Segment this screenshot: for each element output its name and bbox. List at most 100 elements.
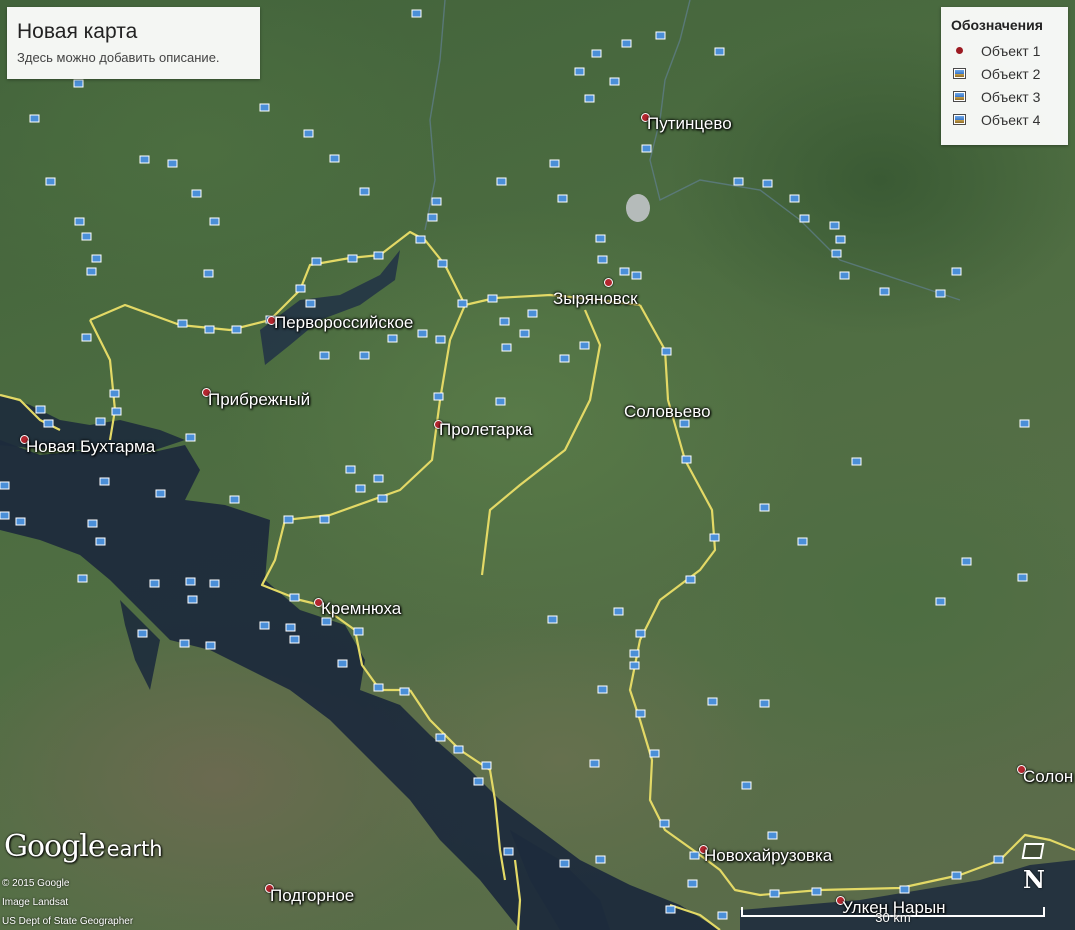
- photo-marker-icon[interactable]: [767, 831, 778, 840]
- photo-marker-icon[interactable]: [559, 354, 570, 363]
- photo-marker-icon[interactable]: [579, 341, 590, 350]
- photo-marker-icon[interactable]: [209, 217, 220, 226]
- photo-marker-icon[interactable]: [259, 621, 270, 630]
- photo-marker-icon[interactable]: [659, 819, 670, 828]
- photo-marker-icon[interactable]: [1019, 419, 1030, 428]
- photo-marker-icon[interactable]: [155, 489, 166, 498]
- photo-marker-icon[interactable]: [935, 289, 946, 298]
- photo-marker-icon[interactable]: [899, 885, 910, 894]
- photo-marker-icon[interactable]: [993, 855, 1004, 864]
- photo-marker-icon[interactable]: [595, 234, 606, 243]
- photo-marker-icon[interactable]: [584, 94, 595, 103]
- photo-marker-icon[interactable]: [839, 271, 850, 280]
- legend-item[interactable]: Объект 4: [951, 108, 1058, 131]
- place-marker[interactable]: [604, 278, 613, 287]
- photo-marker-icon[interactable]: [337, 659, 348, 668]
- photo-marker-icon[interactable]: [481, 761, 492, 770]
- photo-marker-icon[interactable]: [435, 335, 446, 344]
- photo-marker-icon[interactable]: [811, 887, 822, 896]
- photo-marker-icon[interactable]: [303, 129, 314, 138]
- photo-marker-icon[interactable]: [559, 859, 570, 868]
- photo-marker-icon[interactable]: [231, 325, 242, 334]
- photo-marker-icon[interactable]: [77, 574, 88, 583]
- photo-marker-icon[interactable]: [355, 484, 366, 493]
- photo-marker-icon[interactable]: [185, 577, 196, 586]
- photo-marker-icon[interactable]: [961, 557, 972, 566]
- photo-marker-icon[interactable]: [373, 251, 384, 260]
- photo-marker-icon[interactable]: [289, 593, 300, 602]
- photo-marker-icon[interactable]: [687, 879, 698, 888]
- photo-marker-icon[interactable]: [503, 847, 514, 856]
- photo-marker-icon[interactable]: [377, 494, 388, 503]
- satellite-map[interactable]: Путинцево Зыряновск Первороссийское Приб…: [0, 0, 1075, 930]
- photo-marker-icon[interactable]: [433, 392, 444, 401]
- legend-item[interactable]: Объект 1: [951, 39, 1058, 62]
- photo-marker-icon[interactable]: [411, 9, 422, 18]
- photo-marker-icon[interactable]: [759, 699, 770, 708]
- legend-item[interactable]: Объект 2: [951, 62, 1058, 85]
- photo-marker-icon[interactable]: [177, 319, 188, 328]
- photo-marker-icon[interactable]: [431, 197, 442, 206]
- photo-marker-icon[interactable]: [137, 629, 148, 638]
- photo-marker-icon[interactable]: [111, 407, 122, 416]
- photo-marker-icon[interactable]: [45, 177, 56, 186]
- photo-marker-icon[interactable]: [799, 214, 810, 223]
- photo-marker-icon[interactable]: [621, 39, 632, 48]
- photo-marker-icon[interactable]: [789, 194, 800, 203]
- photo-marker-icon[interactable]: [655, 31, 666, 40]
- photo-marker-icon[interactable]: [209, 579, 220, 588]
- photo-marker-icon[interactable]: [762, 179, 773, 188]
- photo-marker-icon[interactable]: [179, 639, 190, 648]
- photo-marker-icon[interactable]: [191, 189, 202, 198]
- photo-marker-icon[interactable]: [387, 334, 398, 343]
- photo-marker-icon[interactable]: [797, 537, 808, 546]
- photo-marker-icon[interactable]: [321, 617, 332, 626]
- photo-marker-icon[interactable]: [665, 905, 676, 914]
- legend-item[interactable]: Объект 3: [951, 85, 1058, 108]
- photo-marker-icon[interactable]: [635, 709, 646, 718]
- photo-marker-icon[interactable]: [311, 257, 322, 266]
- photo-marker-icon[interactable]: [851, 457, 862, 466]
- photo-marker-icon[interactable]: [1017, 573, 1028, 582]
- photo-marker-icon[interactable]: [437, 259, 448, 268]
- photo-marker-icon[interactable]: [81, 333, 92, 342]
- photo-marker-icon[interactable]: [204, 325, 215, 334]
- photo-marker-icon[interactable]: [681, 455, 692, 464]
- photo-marker-icon[interactable]: [373, 474, 384, 483]
- photo-marker-icon[interactable]: [717, 911, 728, 920]
- photo-marker-icon[interactable]: [501, 343, 512, 352]
- photo-marker-icon[interactable]: [547, 615, 558, 624]
- photo-marker-icon[interactable]: [81, 232, 92, 241]
- photo-marker-icon[interactable]: [499, 317, 510, 326]
- photo-marker-icon[interactable]: [935, 597, 946, 606]
- photo-marker-icon[interactable]: [589, 759, 600, 768]
- photo-marker-icon[interactable]: [205, 641, 216, 650]
- photo-marker-icon[interactable]: [353, 627, 364, 636]
- photo-marker-icon[interactable]: [285, 623, 296, 632]
- photo-marker-icon[interactable]: [759, 503, 770, 512]
- photo-marker-icon[interactable]: [305, 299, 316, 308]
- photo-marker-icon[interactable]: [0, 511, 10, 520]
- photo-marker-icon[interactable]: [557, 194, 568, 203]
- photo-marker-icon[interactable]: [319, 351, 330, 360]
- photo-marker-icon[interactable]: [453, 745, 464, 754]
- photo-marker-icon[interactable]: [635, 629, 646, 638]
- photo-marker-icon[interactable]: [347, 254, 358, 263]
- photo-marker-icon[interactable]: [609, 77, 620, 86]
- photo-marker-icon[interactable]: [595, 855, 606, 864]
- photo-marker-icon[interactable]: [709, 533, 720, 542]
- photo-marker-icon[interactable]: [87, 519, 98, 528]
- photo-marker-icon[interactable]: [427, 213, 438, 222]
- photo-marker-icon[interactable]: [43, 419, 54, 428]
- north-arrow[interactable]: N: [1020, 843, 1048, 901]
- photo-marker-icon[interactable]: [203, 269, 214, 278]
- photo-marker-icon[interactable]: [951, 871, 962, 880]
- photo-marker-icon[interactable]: [951, 267, 962, 276]
- photo-marker-icon[interactable]: [95, 417, 106, 426]
- photo-marker-icon[interactable]: [641, 144, 652, 153]
- photo-marker-icon[interactable]: [109, 389, 120, 398]
- photo-marker-icon[interactable]: [591, 49, 602, 58]
- photo-marker-icon[interactable]: [73, 79, 84, 88]
- photo-marker-icon[interactable]: [769, 889, 780, 898]
- photo-marker-icon[interactable]: [527, 309, 538, 318]
